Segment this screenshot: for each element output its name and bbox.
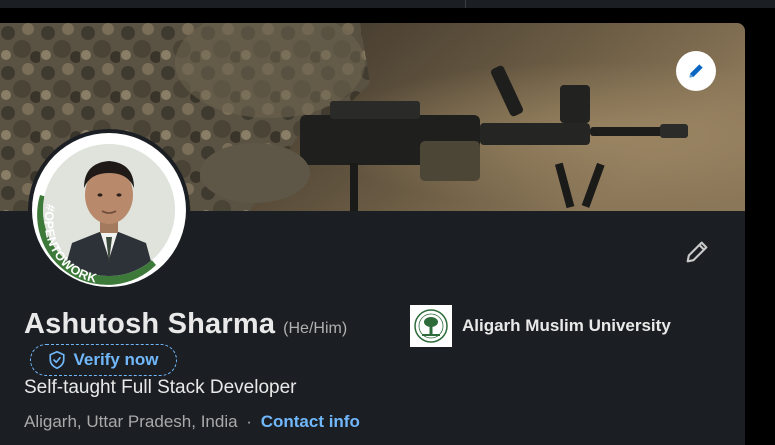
- nav-divider: [465, 0, 466, 8]
- verify-now-label: Verify now: [73, 350, 159, 369]
- pencil-icon: [686, 241, 708, 263]
- university-seal-icon: [410, 305, 452, 347]
- education-name: Aligarh Muslim University: [462, 316, 671, 335]
- profile-location-row: Aligarh, Uttar Pradesh, India · Contact …: [24, 412, 360, 432]
- education-item[interactable]: Aligarh Muslim University: [410, 305, 671, 347]
- profile-name-row: Ashutosh Sharma (He/Him): [24, 308, 347, 341]
- shield-check-icon: [49, 350, 66, 370]
- profile-card: #OPENTOWORK Ashutosh Sharma (He/Him) Ver…: [0, 23, 745, 445]
- edit-banner-button[interactable]: [676, 51, 716, 91]
- contact-info-link[interactable]: Contact info: [261, 412, 360, 431]
- separator-dot: ·: [246, 412, 252, 431]
- profile-location: Aligarh, Uttar Pradesh, India: [24, 412, 238, 431]
- profile-name: Ashutosh Sharma: [24, 308, 276, 340]
- verify-now-button[interactable]: Verify now: [30, 344, 177, 376]
- profile-pronouns: (He/Him): [283, 320, 348, 337]
- profile-photo[interactable]: #OPENTOWORK: [28, 129, 190, 291]
- edit-intro-button[interactable]: [680, 235, 714, 269]
- open-to-work-avatar: #OPENTOWORK: [32, 133, 186, 287]
- profile-headline: Self-taught Full Stack Developer: [24, 377, 297, 398]
- pencil-icon: [689, 64, 703, 78]
- top-navigation-strip: [0, 0, 775, 8]
